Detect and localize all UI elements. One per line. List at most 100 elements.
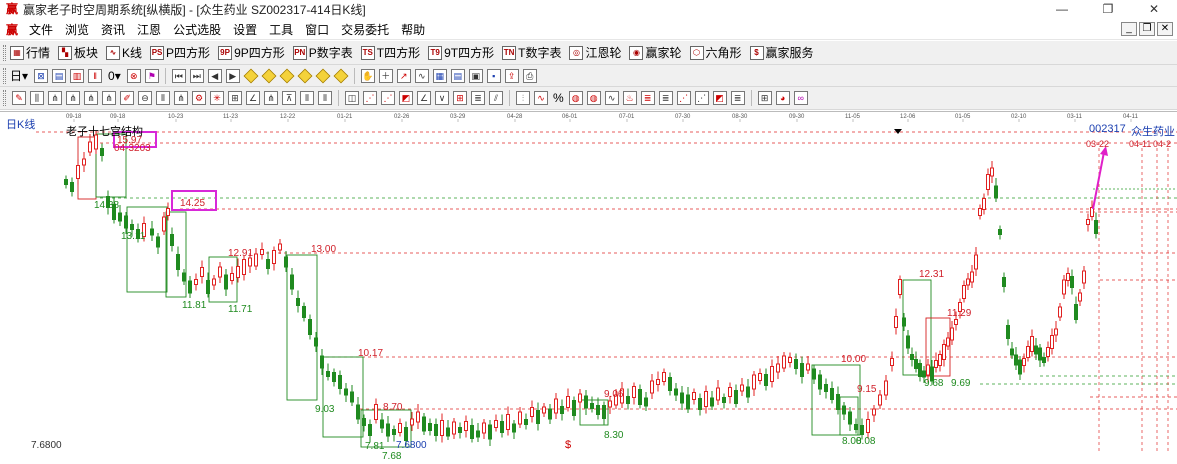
fork-icon[interactable]: ⋔ xyxy=(84,91,98,105)
fan-lines-icon[interactable]: ⋰ xyxy=(694,91,709,105)
winner-wheel-button[interactable]: ◉ 赢家轮 xyxy=(629,44,682,61)
levels-icon[interactable]: ≣ xyxy=(658,91,673,105)
save-icon[interactable]: ▪ xyxy=(486,68,501,83)
slash-icon[interactable]: ⫽ xyxy=(489,91,503,105)
t-number-button[interactable]: TN T数字表 xyxy=(502,44,561,61)
diamond-icon[interactable] xyxy=(333,68,349,83)
menu-tools[interactable]: 工具 xyxy=(263,20,299,40)
bar-chart-icon[interactable]: ▥ xyxy=(70,68,85,83)
diamond-icon[interactable] xyxy=(261,68,277,83)
grid-icon[interactable]: ⊞ xyxy=(453,91,467,105)
zero-select[interactable]: 0 ▾ xyxy=(108,69,121,83)
fan-lines-icon[interactable]: ⋰ xyxy=(676,91,691,105)
ruler-icon[interactable]: ⫶ xyxy=(516,91,530,105)
menu-trade[interactable]: 交易委托 xyxy=(335,20,395,40)
diamond-icon[interactable] xyxy=(315,68,331,83)
p-square-button[interactable]: PS P四方形 xyxy=(150,44,210,61)
report-icon[interactable]: ▣ xyxy=(468,68,483,83)
diamond-icon[interactable] xyxy=(297,68,313,83)
grid-icon[interactable]: ⊞ xyxy=(228,91,242,105)
9t-square-button[interactable]: T9 9T四方形 xyxy=(428,44,494,61)
last-icon[interactable]: ⏭ xyxy=(189,68,204,83)
wave-icon[interactable]: ∿ xyxy=(604,91,619,105)
dropdown-caret-icon[interactable] xyxy=(894,129,902,134)
right-icon[interactable]: ▶ xyxy=(225,68,240,83)
comb-icon[interactable]: ⫴ xyxy=(318,91,332,105)
burst-icon[interactable]: ✳ xyxy=(210,91,224,105)
table-icon[interactable]: ⊞ xyxy=(757,91,772,105)
sector-button[interactable]: ▚ 板块 xyxy=(58,44,98,61)
menu-browse[interactable]: 浏览 xyxy=(59,20,95,40)
chart-area[interactable]: 09-18 09-18 10-23 11-23 12-22 01-21 02-26 03-29… xyxy=(0,111,1177,464)
pen-icon[interactable]: ✎ xyxy=(12,91,26,105)
first-icon[interactable]: ⏮ xyxy=(171,68,186,83)
fork-icon[interactable]: ⋔ xyxy=(48,91,62,105)
spline-icon[interactable]: ∿ xyxy=(414,68,429,83)
chart-icon[interactable]: ▦ xyxy=(432,68,447,83)
comb-icon[interactable]: ⫴ xyxy=(300,91,314,105)
market-button[interactable]: ▦ 行情 xyxy=(10,44,50,61)
angle-icon[interactable]: ∠ xyxy=(246,91,260,105)
coin-icon[interactable]: ◍ xyxy=(586,91,601,105)
crosshair-icon[interactable]: ⊗ xyxy=(126,68,141,83)
wave-icon[interactable]: ∿ xyxy=(534,91,548,105)
fan-lines-icon[interactable]: ⋰ xyxy=(363,91,377,105)
candle-icon[interactable]: ‖ xyxy=(88,68,103,83)
menu-gann[interactable]: 江恩 xyxy=(131,20,167,40)
fork-icon[interactable]: ⋔ xyxy=(174,91,188,105)
diamond-icon[interactable] xyxy=(243,68,259,83)
fan-lines-icon[interactable]: ⋰ xyxy=(381,91,395,105)
cross-icon[interactable]: ＋ xyxy=(378,68,393,83)
mdi-restore-button[interactable]: ❐ xyxy=(1139,22,1155,36)
close-button[interactable]: ✕ xyxy=(1131,0,1177,18)
period-select[interactable]: 日 ▾ xyxy=(10,67,28,84)
fork-icon[interactable]: ⋔ xyxy=(66,91,80,105)
menu-info[interactable]: 资讯 xyxy=(95,20,131,40)
diamond-icon[interactable] xyxy=(279,68,295,83)
fan-icon[interactable]: ⊼ xyxy=(282,91,296,105)
minimize-button[interactable]: — xyxy=(1039,0,1085,18)
menu-help[interactable]: 帮助 xyxy=(395,20,431,40)
gear-icon[interactable]: ⚙ xyxy=(192,91,206,105)
infinity-icon[interactable]: ∞ xyxy=(793,91,808,105)
print-icon[interactable]: ⎙ xyxy=(522,68,537,83)
coin-icon[interactable]: ◍ xyxy=(568,91,583,105)
percent-button[interactable]: % xyxy=(553,91,564,105)
document-icon[interactable]: ▤ xyxy=(52,68,67,83)
fork-icon[interactable]: ⋔ xyxy=(102,91,116,105)
mdi-minimize-button[interactable]: _ xyxy=(1121,22,1137,36)
kline-button[interactable]: ∿ K线 xyxy=(106,44,142,61)
export-icon[interactable]: ⇪ xyxy=(504,68,519,83)
winner-service-button[interactable]: $ 赢家服务 xyxy=(749,44,814,61)
left-icon[interactable]: ◀ xyxy=(207,68,222,83)
table-icon[interactable]: ▤ xyxy=(450,68,465,83)
pie-icon[interactable]: ◕ xyxy=(775,91,790,105)
hexagon-button[interactable]: ⬡ 六角形 xyxy=(689,44,742,61)
levels-icon[interactable]: ≣ xyxy=(640,91,655,105)
flag-icon[interactable]: ⚑ xyxy=(144,68,159,83)
box-icon[interactable]: ◫ xyxy=(345,91,359,105)
fire-icon[interactable]: ♨ xyxy=(622,91,637,105)
v-icon[interactable]: ∨ xyxy=(435,91,449,105)
kline-chart[interactable]: 09-18 09-18 10-23 11-23 12-22 01-21 02-26 03-29… xyxy=(0,112,1177,464)
9p-square-button[interactable]: 9P 9P四方形 xyxy=(218,44,285,61)
angle-icon[interactable]: ∠ xyxy=(417,91,431,105)
circle-line-icon[interactable]: ⊖ xyxy=(138,91,152,105)
levels-icon[interactable]: ≣ xyxy=(471,91,485,105)
bars-icon[interactable]: ⦀ xyxy=(156,91,170,105)
fork-icon[interactable]: ⋔ xyxy=(264,91,278,105)
menu-settings[interactable]: 设置 xyxy=(227,20,263,40)
gann-wheel-button[interactable]: ◎ 江恩轮 xyxy=(569,44,621,61)
t-square-button[interactable]: TS T四方形 xyxy=(360,44,420,61)
hand-icon[interactable]: ✋ xyxy=(360,68,375,83)
menu-window[interactable]: 窗口 xyxy=(299,20,335,40)
menu-formula[interactable]: 公式选股 xyxy=(167,20,227,40)
maximize-button[interactable]: ❐ xyxy=(1085,0,1131,18)
shape-icon[interactable]: ◩ xyxy=(399,91,413,105)
mdi-close-button[interactable]: ✕ xyxy=(1157,22,1173,36)
vertical-lines-icon[interactable]: ⫼ xyxy=(30,91,44,105)
pencil-icon[interactable]: ✐ xyxy=(120,91,134,105)
menu-file[interactable]: 文件 xyxy=(23,20,59,40)
levels-icon[interactable]: ≣ xyxy=(730,91,745,105)
shape-icon[interactable]: ◩ xyxy=(712,91,727,105)
